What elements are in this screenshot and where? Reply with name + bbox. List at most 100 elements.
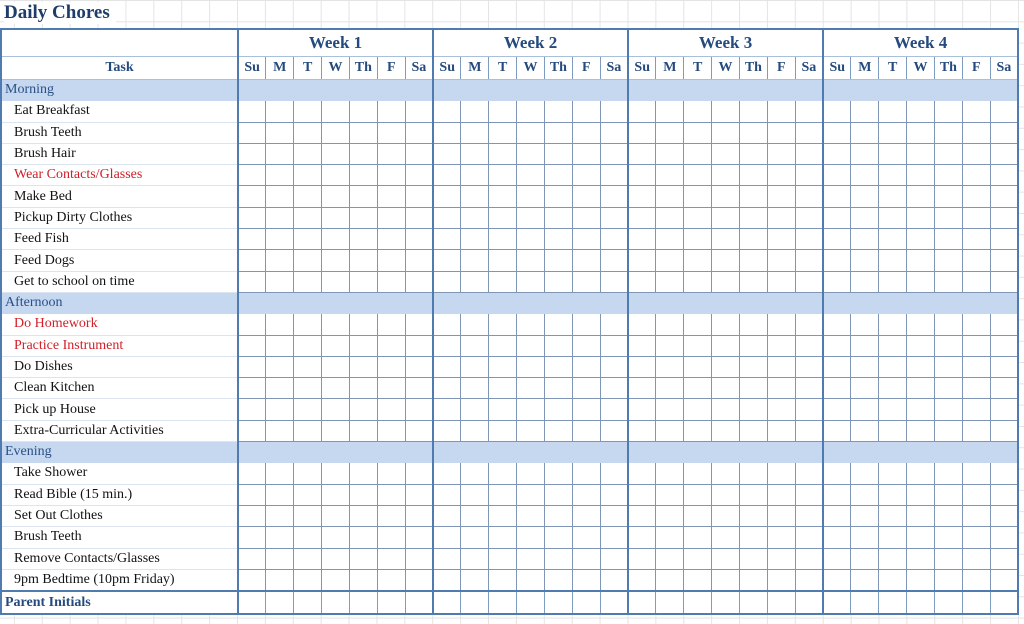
checkbox-cell-week3-w[interactable]	[711, 568, 740, 592]
checkbox-cell-week1-th[interactable]	[348, 334, 378, 357]
checkbox-cell-week3-w[interactable]	[711, 419, 740, 443]
checkbox-cell-week4-su[interactable]	[822, 334, 852, 357]
checkbox-cell-week2-f[interactable]	[571, 547, 601, 570]
checkbox-cell-week3-sa[interactable]	[794, 504, 824, 528]
checkbox-cell-week4-sa[interactable]	[989, 121, 1020, 144]
checkbox-cell-week4-m[interactable]	[850, 462, 880, 485]
checkbox-cell-week4-su[interactable]	[822, 547, 852, 570]
checkbox-cell-week1-m[interactable]	[265, 270, 295, 293]
checkbox-cell-week1-th[interactable]	[348, 504, 378, 528]
checkbox-cell-week3-t[interactable]	[683, 142, 713, 166]
checkbox-cell-week4-m[interactable]	[850, 419, 880, 443]
checkbox-cell-week3-su[interactable]	[627, 419, 657, 443]
checkbox-cell-week4-f[interactable]	[961, 547, 991, 570]
checkbox-cell-week2-w[interactable]	[516, 270, 545, 293]
checkbox-cell-week1-th[interactable]	[348, 206, 378, 230]
checkbox-cell-week4-f[interactable]	[961, 334, 991, 357]
checkbox-cell-week2-f[interactable]	[571, 419, 601, 443]
checkbox-cell-week1-th[interactable]	[348, 313, 378, 336]
checkbox-cell-week3-t[interactable]	[683, 164, 713, 187]
checkbox-cell-week2-w[interactable]	[516, 121, 545, 144]
checkbox-cell-week1-w[interactable]	[321, 185, 350, 208]
checkbox-cell-week4-su[interactable]	[822, 377, 852, 400]
checkbox-cell-week1-sa[interactable]	[404, 526, 434, 549]
checkbox-cell-week2-t[interactable]	[488, 355, 518, 379]
checkbox-cell-week4-m[interactable]	[850, 483, 880, 506]
checkbox-cell-week4-su[interactable]	[822, 398, 852, 421]
checkbox-cell-week4-t[interactable]	[878, 547, 908, 570]
checkbox-cell-week2-t[interactable]	[488, 504, 518, 528]
checkbox-cell-week3-th[interactable]	[738, 547, 768, 570]
checkbox-cell-week2-sa[interactable]	[599, 270, 629, 293]
checkbox-cell-week1-w[interactable]	[321, 483, 350, 506]
checkbox-cell-week2-t[interactable]	[488, 462, 518, 485]
checkbox-cell-week2-sa[interactable]	[599, 398, 629, 421]
checkbox-cell-week2-sa[interactable]	[599, 504, 629, 528]
checkbox-cell-week4-f[interactable]	[961, 270, 991, 293]
checkbox-cell-week1-w[interactable]	[321, 568, 350, 592]
checkbox-cell-week1-sa[interactable]	[404, 462, 434, 485]
checkbox-cell-week3-f[interactable]	[766, 483, 796, 506]
checkbox-cell-week1-t[interactable]	[293, 100, 323, 123]
checkbox-cell-week4-m[interactable]	[850, 228, 880, 251]
checkbox-cell-week2-t[interactable]	[488, 270, 518, 293]
checkbox-cell-week2-sa[interactable]	[599, 142, 629, 166]
checkbox-cell-week1-sa[interactable]	[404, 568, 434, 592]
checkbox-cell-week3-w[interactable]	[711, 185, 740, 208]
checkbox-cell-week4-f[interactable]	[961, 164, 991, 187]
checkbox-cell-week1-su[interactable]	[237, 142, 267, 166]
checkbox-cell-week3-su[interactable]	[627, 270, 657, 293]
checkbox-cell-week1-m[interactable]	[265, 334, 295, 357]
checkbox-cell-week4-sa[interactable]	[989, 526, 1020, 549]
checkbox-cell-week4-m[interactable]	[850, 313, 880, 336]
checkbox-cell-week4-sa[interactable]	[989, 334, 1020, 357]
checkbox-cell-week4-w[interactable]	[906, 228, 935, 251]
checkbox-cell-week3-t[interactable]	[683, 483, 713, 506]
checkbox-cell-week3-t[interactable]	[683, 270, 713, 293]
checkbox-cell-week2-f[interactable]	[571, 249, 601, 272]
checkbox-cell-week1-m[interactable]	[265, 419, 295, 443]
checkbox-cell-week2-t[interactable]	[488, 164, 518, 187]
checkbox-cell-week4-sa[interactable]	[989, 462, 1020, 485]
checkbox-cell-week3-t[interactable]	[683, 568, 713, 592]
checkbox-cell-week2-sa[interactable]	[599, 483, 629, 506]
checkbox-cell-week4-su[interactable]	[822, 462, 852, 485]
checkbox-cell-week2-w[interactable]	[516, 228, 545, 251]
checkbox-cell-week1-su[interactable]	[237, 270, 267, 293]
checkbox-cell-week3-sa[interactable]	[794, 121, 824, 144]
checkbox-cell-week2-f[interactable]	[571, 185, 601, 208]
checkbox-cell-week3-th[interactable]	[738, 398, 768, 421]
checkbox-cell-week2-su[interactable]	[432, 313, 462, 336]
checkbox-cell-week1-m[interactable]	[265, 142, 295, 166]
checkbox-cell-week4-f[interactable]	[961, 568, 991, 592]
checkbox-cell-week3-su[interactable]	[627, 100, 657, 123]
checkbox-cell-week2-sa[interactable]	[599, 568, 629, 592]
checkbox-cell-week3-m[interactable]	[655, 313, 685, 336]
checkbox-cell-week2-f[interactable]	[571, 121, 601, 144]
parent-initials-cell-week2-f[interactable]	[571, 590, 601, 616]
checkbox-cell-week2-m[interactable]	[460, 398, 490, 421]
checkbox-cell-week1-f[interactable]	[376, 249, 406, 272]
checkbox-cell-week4-f[interactable]	[961, 483, 991, 506]
checkbox-cell-week4-su[interactable]	[822, 121, 852, 144]
checkbox-cell-week4-m[interactable]	[850, 377, 880, 400]
checkbox-cell-week3-su[interactable]	[627, 313, 657, 336]
checkbox-cell-week4-t[interactable]	[878, 121, 908, 144]
checkbox-cell-week1-m[interactable]	[265, 355, 295, 379]
checkbox-cell-week4-w[interactable]	[906, 100, 935, 123]
parent-initials-cell-week1-f[interactable]	[376, 590, 406, 616]
checkbox-cell-week4-m[interactable]	[850, 334, 880, 357]
checkbox-cell-week1-w[interactable]	[321, 504, 350, 528]
checkbox-cell-week3-w[interactable]	[711, 526, 740, 549]
parent-initials-cell-week4-su[interactable]	[822, 590, 852, 616]
checkbox-cell-week1-sa[interactable]	[404, 398, 434, 421]
checkbox-cell-week4-sa[interactable]	[989, 142, 1020, 166]
checkbox-cell-week1-t[interactable]	[293, 526, 323, 549]
checkbox-cell-week1-f[interactable]	[376, 100, 406, 123]
checkbox-cell-week3-f[interactable]	[766, 142, 796, 166]
checkbox-cell-week1-th[interactable]	[348, 228, 378, 251]
checkbox-cell-week2-su[interactable]	[432, 377, 462, 400]
checkbox-cell-week1-w[interactable]	[321, 270, 350, 293]
checkbox-cell-week4-m[interactable]	[850, 547, 880, 570]
checkbox-cell-week4-su[interactable]	[822, 568, 852, 592]
